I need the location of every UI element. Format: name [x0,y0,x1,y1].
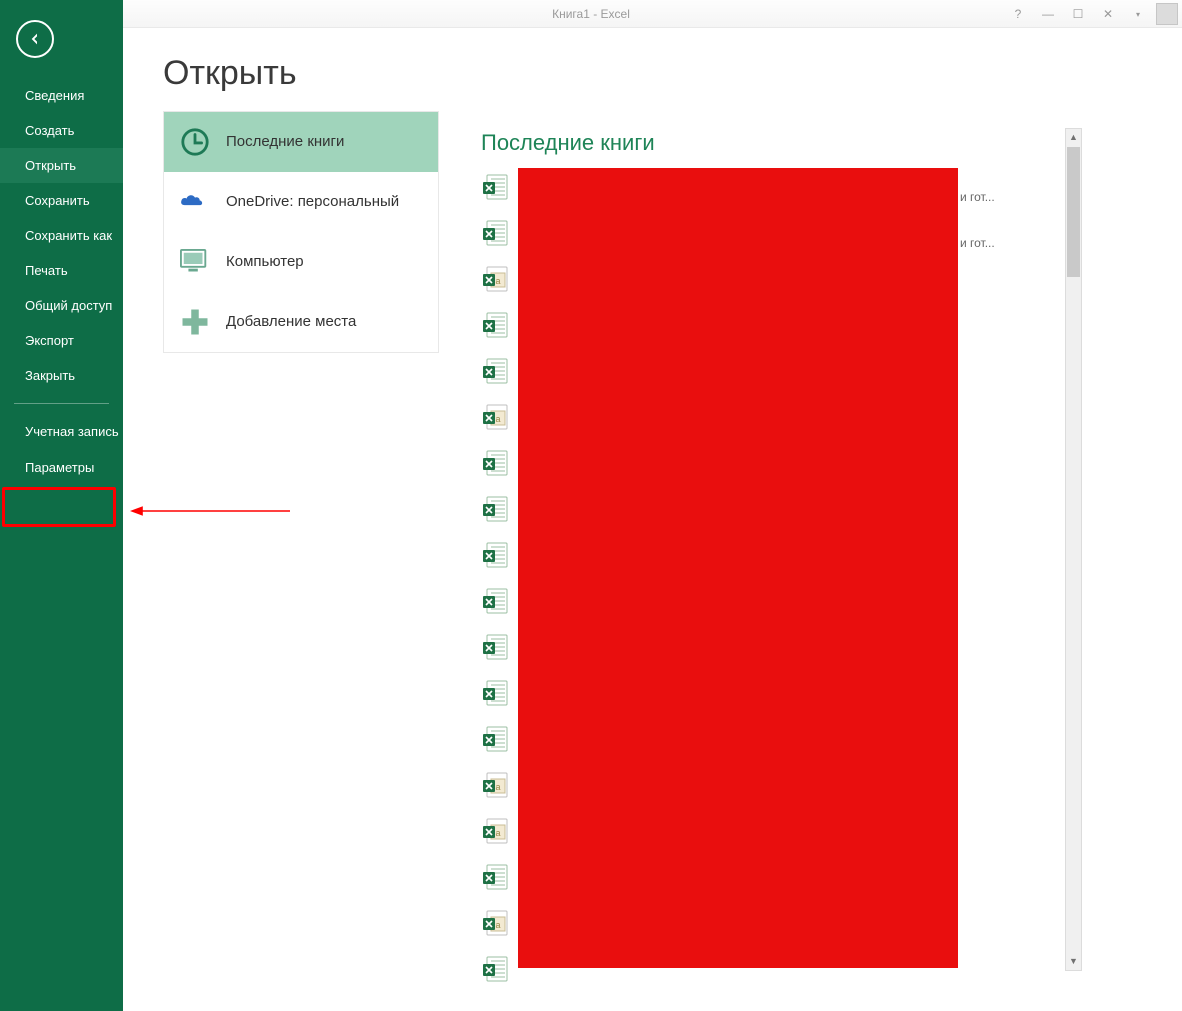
page-title: Открыть [163,54,1182,93]
back-button[interactable] [16,20,54,58]
nav-label: Сведения [25,88,84,103]
excel-file-icon [481,173,509,201]
nav-label: Общий доступ [25,298,112,313]
title-bar: Книга1 - Excel ? — ☐ ✕ ▾ [0,0,1182,28]
excel-file-icon [481,633,509,661]
excel-file-icon [481,311,509,339]
redacted-region [518,168,958,968]
excel-file-icon [481,265,509,293]
window-controls: ? — ☐ ✕ ▾ [1008,0,1178,28]
clock-icon [180,127,210,157]
ribbon-options-dropdown-icon[interactable]: ▾ [1128,10,1148,19]
nav-label: Сохранить [25,193,90,208]
excel-file-icon [481,219,509,247]
maximize-icon[interactable]: ☐ [1068,7,1088,21]
nav-label: Закрыть [25,368,75,383]
place-onedrive[interactable]: OneDrive: персональный [164,172,438,232]
scroll-thumb[interactable] [1067,147,1080,277]
excel-file-icon [481,955,509,983]
nav-open[interactable]: Открыть [0,148,123,183]
arrow-left-icon [27,31,43,47]
excel-file-icon [481,725,509,753]
excel-file-icon [481,495,509,523]
nav-label: Создать [25,123,74,138]
excel-file-icon [481,909,509,937]
excel-file-icon [481,863,509,891]
nav-close[interactable]: Закрыть [0,358,123,393]
help-icon[interactable]: ? [1008,7,1028,21]
excel-file-icon [481,587,509,615]
nav-label: Параметры [25,460,94,475]
place-add-location[interactable]: Добавление места [164,292,438,352]
scroll-up-icon[interactable]: ▲ [1066,129,1081,146]
places-panel: Последние книги OneDrive: персональный К… [163,111,439,353]
nav-print[interactable]: Печать [0,253,123,288]
excel-file-icon [481,679,509,707]
place-recent[interactable]: Последние книги [164,112,438,172]
onedrive-icon [180,187,210,217]
app-title: Книга1 - Excel [552,7,630,21]
nav-share[interactable]: Общий доступ [0,288,123,323]
nav-label: Учетная запись [25,424,119,439]
place-label: Добавление места [226,313,356,330]
nav-save-as[interactable]: Сохранить как [0,218,123,253]
nav-new[interactable]: Создать [0,113,123,148]
nav-export[interactable]: Экспорт [0,323,123,358]
nav-label: Открыть [25,158,76,173]
place-label: OneDrive: персональный [226,193,399,210]
plus-icon [180,307,210,337]
nav-info[interactable]: Сведения [0,78,123,113]
excel-file-icon [481,403,509,431]
nav-separator [14,403,109,404]
excel-file-icon [481,817,509,845]
nav-options[interactable]: Параметры [0,450,123,485]
nav-label: Экспорт [25,333,74,348]
user-avatar-icon[interactable] [1156,3,1178,25]
recent-file-path-overflow: и гот... [960,190,995,204]
excel-file-icon [481,357,509,385]
backstage-sidebar: Сведения Создать Открыть Сохранить Сохра… [0,0,123,1011]
nav-save[interactable]: Сохранить [0,183,123,218]
recent-file-path-overflow: и гот... [960,236,995,250]
backstage-nav: Сведения Создать Открыть Сохранить Сохра… [0,78,123,393]
nav-account[interactable]: Учетная запись [0,414,123,450]
place-computer[interactable]: Компьютер [164,232,438,292]
scroll-down-icon[interactable]: ▼ [1066,953,1081,970]
excel-file-icon [481,449,509,477]
nav-label: Сохранить как [25,228,112,243]
close-icon[interactable]: ✕ [1098,7,1118,21]
recent-files-title: Последние книги [481,130,1076,156]
minimize-icon[interactable]: — [1038,7,1058,21]
place-label: Последние книги [226,133,344,150]
vertical-scrollbar[interactable]: ▲ ▼ [1065,128,1082,971]
backstage-nav-secondary: Учетная запись Параметры [0,414,123,485]
place-label: Компьютер [226,253,304,270]
computer-icon [180,247,210,277]
excel-file-icon [481,771,509,799]
nav-label: Печать [25,263,68,278]
excel-file-icon [481,541,509,569]
